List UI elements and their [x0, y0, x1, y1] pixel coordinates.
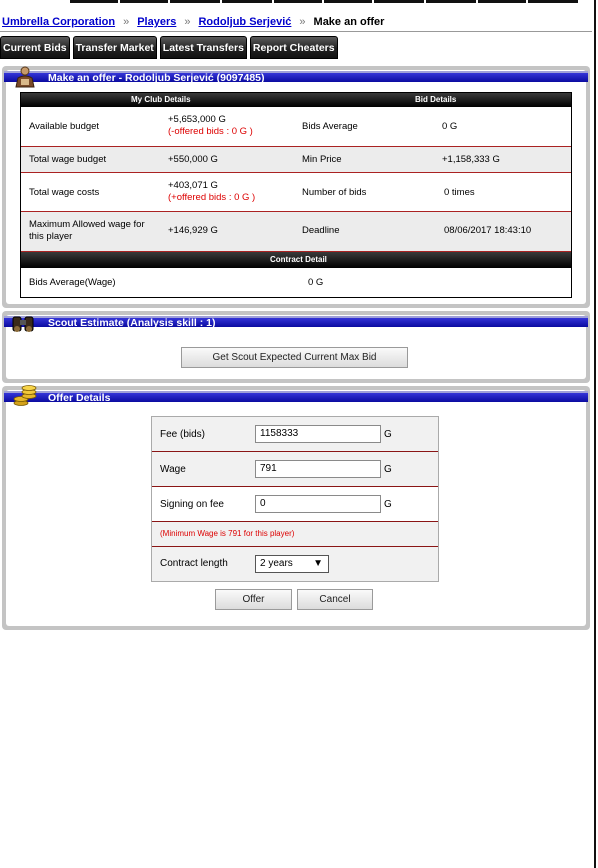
coins-icon — [13, 385, 37, 406]
row-label: Available budget — [29, 121, 100, 132]
row-value: 0 G — [308, 277, 324, 288]
signing-fee-label: Signing on fee — [160, 499, 224, 510]
row-label-2: Min Price — [302, 154, 342, 165]
contract-length-label: Contract length — [160, 558, 228, 569]
make-offer-panel: Make an offer - Rodoljub Serjević (90974… — [2, 66, 590, 308]
cancel-button[interactable]: Cancel — [297, 589, 373, 610]
make-offer-title: Make an offer - Rodoljub Serjević (90974… — [4, 71, 588, 84]
row-value: +550,000 G — [168, 154, 218, 165]
player-icon — [15, 66, 35, 88]
signing-fee-row: Signing on fee 0 G — [152, 487, 438, 522]
row-label: Total wage costs — [29, 187, 100, 198]
breadcrumb-player-link[interactable]: Rodoljub Serjević — [198, 16, 291, 28]
bid-details-header: Bid Details — [415, 95, 457, 104]
fee-input[interactable]: 1158333 — [255, 425, 381, 443]
scout-estimate-panel: Scout Estimate (Analysis skill : 1) Get … — [2, 311, 590, 383]
breadcrumb-separator: » — [299, 16, 306, 28]
dropdown-arrow-icon: ▼ — [313, 558, 323, 569]
offer-form: Fee (bids) 1158333 G Wage 791 G Signing … — [151, 416, 439, 582]
page-right-border — [594, 0, 596, 868]
row-value-2: 0 G — [442, 121, 458, 132]
row-value-2: +1,158,333 G — [442, 154, 500, 165]
nav-current-bids[interactable]: Current Bids — [0, 36, 70, 59]
row-value-2: 0 times — [444, 187, 475, 198]
wage-row: Wage 791 G — [152, 452, 438, 487]
min-wage-row: (Minimum Wage is 791 for this player) — [152, 522, 438, 547]
nav-transfer-market[interactable]: Transfer Market — [72, 36, 157, 59]
table-row: Maximum Allowed wage for this player +14… — [21, 212, 571, 252]
row-label: Maximum Allowed wage for this player — [29, 219, 145, 242]
binoculars-icon — [12, 316, 34, 332]
transfer-nav: Current Bids Transfer Market Latest Tran… — [0, 36, 338, 59]
fee-unit: G — [384, 429, 392, 440]
row-value: +5,653,000 G — [168, 114, 226, 125]
row-label-2: Deadline — [302, 225, 340, 236]
breadcrumb-players-link[interactable]: Players — [137, 16, 176, 28]
row-value-2: 08/06/2017 18:43:10 — [444, 225, 532, 236]
table-header: My Club Details Bid Details — [21, 93, 571, 107]
min-wage-note: (Minimum Wage is 791 for this player) — [160, 529, 295, 538]
signing-fee-unit: G — [384, 499, 392, 510]
row-label: Total wage budget — [29, 154, 107, 165]
table-row: Bids Average(Wage) 0 G — [21, 268, 571, 297]
table-row: Total wage costs +403,071 G (+offered bi… — [21, 173, 571, 212]
signing-fee-input[interactable]: 0 — [255, 495, 381, 513]
breadcrumb-current: Make an offer — [313, 16, 385, 28]
row-label-2: Number of bids — [302, 187, 367, 198]
breadcrumb: Umbrella Corporation » Players » Rodoljub Se… — [2, 16, 384, 30]
wage-label: Wage — [160, 464, 186, 475]
fee-label: Fee (bids) — [160, 429, 206, 440]
contract-length-row: Contract length 2 years ▼ — [152, 547, 438, 581]
row-label-2: Bids Average — [302, 121, 358, 132]
breadcrumb-separator: » — [184, 16, 191, 28]
table-row: Total wage budget +550,000 G Min Price +… — [21, 147, 571, 173]
row-value: +146,929 G — [168, 225, 218, 236]
wage-input[interactable]: 791 — [255, 460, 381, 478]
contract-detail-header: Contract Detail — [21, 252, 571, 268]
my-club-details-header: My Club Details — [131, 95, 191, 104]
row-label: Bids Average(Wage) — [29, 277, 116, 288]
breadcrumb-separator: » — [123, 16, 130, 28]
offer-info-table: My Club Details Bid Details Available bu… — [20, 92, 572, 298]
nav-report-cheaters[interactable]: Report Cheaters — [249, 36, 338, 59]
get-scout-estimate-button[interactable]: Get Scout Expected Current Max Bid — [181, 347, 408, 368]
contract-length-value: 2 years — [260, 558, 293, 569]
wage-unit: G — [384, 464, 392, 475]
row-value: +403,071 G — [168, 180, 218, 191]
scout-estimate-title: Scout Estimate (Analysis skill : 1) — [4, 316, 588, 329]
offer-button[interactable]: Offer — [215, 589, 292, 610]
table-row: Available budget +5,653,000 G (-offered … — [21, 107, 571, 147]
row-note: (+offered bids : 0 G ) — [168, 192, 256, 203]
breadcrumb-divider — [0, 31, 592, 32]
row-note: (-offered bids : 0 G ) — [168, 126, 253, 137]
contract-length-select[interactable]: 2 years ▼ — [255, 555, 329, 573]
offer-details-title: Offer Details — [4, 391, 588, 404]
fee-row: Fee (bids) 1158333 G — [152, 417, 438, 452]
breadcrumb-club-link[interactable]: Umbrella Corporation — [2, 16, 115, 28]
nav-latest-transfers[interactable]: Latest Transfers — [159, 36, 247, 59]
top-strip — [0, 0, 598, 12]
contract-detail-title: Contract Detail — [270, 255, 327, 264]
